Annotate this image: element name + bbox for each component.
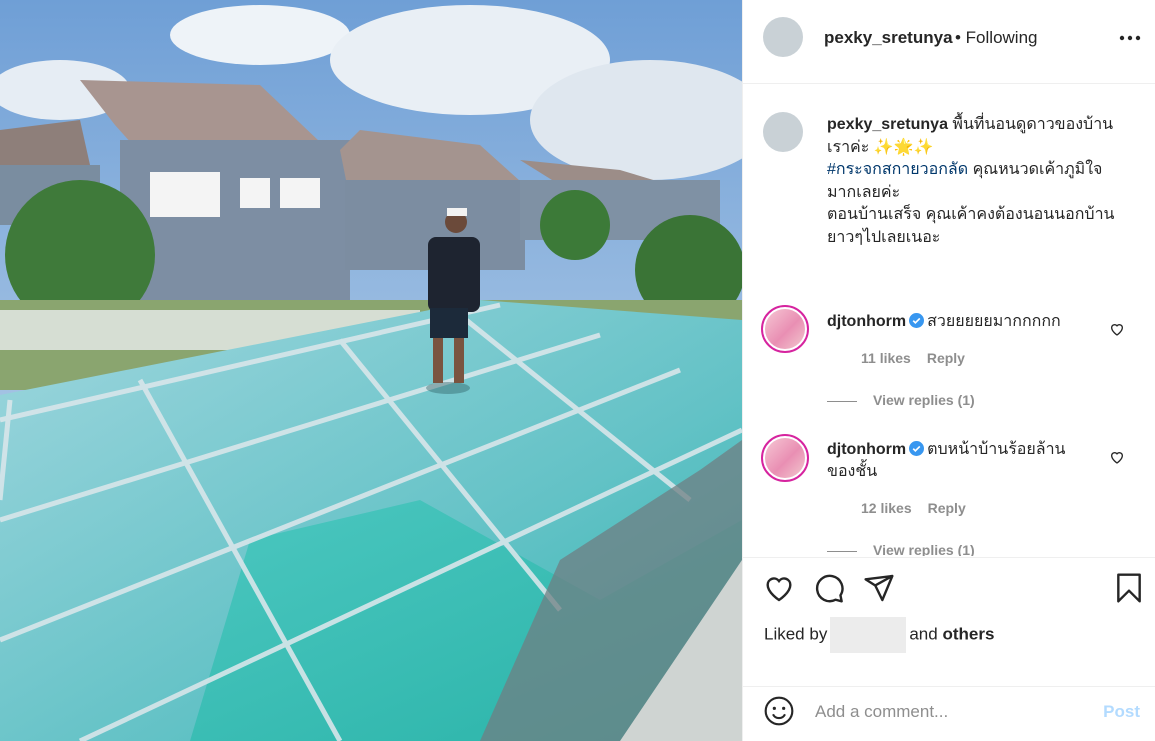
author-username[interactable]: pexky_sretunya <box>824 28 953 48</box>
smile-icon[interactable] <box>763 695 795 727</box>
caption-avatar[interactable] <box>763 112 803 152</box>
comment-heart-icon[interactable] <box>1109 321 1125 337</box>
divider <box>827 550 857 552</box>
share-icon[interactable] <box>863 572 895 604</box>
comment-input[interactable] <box>813 699 1077 725</box>
comment-username[interactable]: djtonhorm <box>827 313 906 330</box>
photo-illustration <box>0 0 742 741</box>
comment-likes[interactable]: 12 likes <box>861 500 912 516</box>
comment-text: สวยยยยยมากกกกก <box>927 313 1061 330</box>
following-status[interactable]: • Following <box>955 28 1038 48</box>
verified-icon <box>909 441 925 456</box>
caption-text-3: ตอนบ้านเสร็จ คุณเค้าคงต้องนอนนอกบ้าน ยาว… <box>827 206 1115 246</box>
redacted-username <box>830 617 907 653</box>
view-replies-button[interactable]: View replies (1) <box>827 392 975 408</box>
post-photo[interactable] <box>0 0 742 741</box>
author-avatar[interactable] <box>763 17 803 57</box>
comment-heart-icon[interactable] <box>1109 449 1125 465</box>
comment: djtonhorm สวยยยยยมากกกกก <box>827 311 1087 333</box>
post-header: pexky_sretunya • Following <box>743 0 1155 84</box>
view-replies-label: View replies (1) <box>873 392 975 408</box>
comment-avatar[interactable] <box>761 305 809 353</box>
liked-and: and <box>909 624 938 644</box>
heart-icon[interactable] <box>763 572 795 604</box>
caption-username[interactable]: pexky_sretunya <box>827 116 948 133</box>
comment: djtonhorm ตบหน้าบ้านร้อยล้าน ของชั้น <box>827 439 1067 483</box>
liked-by-summary: Liked by and others <box>764 617 994 653</box>
comment-composer: Post <box>743 686 1155 741</box>
action-bar: Liked by and others <box>743 557 1155 688</box>
comment-username[interactable]: djtonhorm <box>827 441 906 458</box>
comment-avatar[interactable] <box>761 434 809 482</box>
comment-meta: 12 likes Reply <box>861 500 982 516</box>
caption-hashtag[interactable]: #กระจกสกายวอกลัด <box>827 161 968 178</box>
verified-icon <box>909 313 925 328</box>
comment-reply[interactable]: Reply <box>928 500 966 516</box>
divider <box>827 400 857 402</box>
bookmark-icon[interactable] <box>1113 572 1145 604</box>
comment-reply[interactable]: Reply <box>927 350 965 366</box>
post-caption: pexky_sretunya พื้นที่นอนดูดาวของบ้าน เร… <box>827 114 1127 249</box>
view-replies-label: View replies (1) <box>873 542 975 556</box>
view-replies-button[interactable]: View replies (1) <box>827 542 975 556</box>
liked-by-label: Liked by <box>764 624 828 644</box>
post-button[interactable]: Post <box>1103 702 1140 722</box>
liked-others-link[interactable]: others <box>942 624 994 643</box>
comment-meta: 11 likes Reply <box>861 350 981 366</box>
post-side-panel: pexky_sretunya • Following pexky_sretuny… <box>742 0 1155 741</box>
comment-icon[interactable] <box>813 572 845 604</box>
more-icon[interactable] <box>1118 28 1142 48</box>
comment-likes[interactable]: 11 likes <box>861 350 911 366</box>
